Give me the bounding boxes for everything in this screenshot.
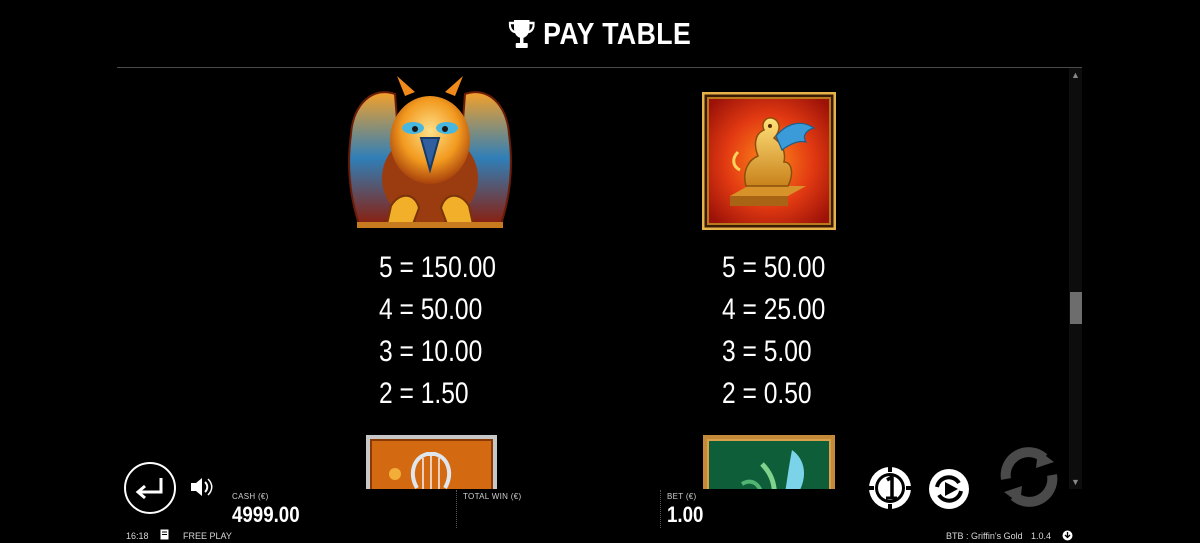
golden-griffin-statue-symbol: [702, 92, 836, 230]
bet-label: BET (€): [667, 492, 697, 501]
pay-row: 3 = 5.00: [722, 335, 812, 368]
pay-row: 4 = 50.00: [379, 293, 483, 326]
title-text: PAY TABLE: [543, 15, 692, 51]
history-icon[interactable]: [160, 529, 169, 540]
pay-row: 3 = 10.00: [379, 335, 483, 368]
scrollbar[interactable]: ▲ ▼: [1069, 68, 1082, 489]
settings-icon[interactable]: [1062, 530, 1073, 541]
bet-value: 1.00: [667, 502, 704, 527]
scroll-up-icon[interactable]: ▲: [1069, 70, 1082, 80]
statue-paytable: 5 = 50.00 4 = 25.00 3 = 5.00 2 = 0.50: [722, 247, 825, 415]
griffin-symbol: [348, 76, 512, 228]
clock: 16:18: [126, 531, 149, 541]
lyre-symbol: [366, 435, 497, 489]
balance-divider: [660, 490, 661, 528]
paytable-content[interactable]: 5 = 150.00 4 = 50.00 3 = 10.00 2 = 1.50: [117, 68, 1069, 489]
return-icon: [140, 478, 163, 494]
balance-divider: [456, 490, 457, 528]
version: 1.0.4: [1031, 531, 1052, 541]
autoplay-button[interactable]: [927, 467, 971, 511]
feather-symbol: [703, 435, 835, 489]
pay-row: 2 = 1.50: [379, 377, 469, 410]
scroll-down-icon[interactable]: ▼: [1069, 477, 1082, 487]
pay-row: 4 = 25.00: [722, 293, 826, 326]
speaker-icon: [191, 478, 202, 496]
play-mode: FREE PLAY: [183, 531, 232, 541]
header: PAY TABLE: [0, 0, 1200, 68]
cash-value: 4999.00: [232, 502, 300, 527]
total-win-label: TOTAL WIN (€): [463, 492, 522, 501]
scrollbar-thumb[interactable]: [1070, 292, 1082, 324]
pay-row: 2 = 0.50: [722, 377, 812, 410]
pay-row: 5 = 50.00: [722, 251, 826, 284]
back-button[interactable]: [123, 461, 177, 515]
game-name: BTB : Griffin's Gold: [946, 531, 1023, 541]
trophy-icon: [508, 19, 535, 48]
pay-row: 5 = 150.00: [379, 251, 496, 284]
sound-button[interactable]: [189, 476, 213, 498]
cash-label: CASH (€): [232, 492, 269, 501]
page-title: PAY TABLE: [84, 14, 1116, 52]
spin-button[interactable]: [998, 446, 1060, 508]
griffin-paytable: 5 = 150.00 4 = 50.00 3 = 10.00 2 = 1.50: [379, 247, 496, 415]
bet-chip-button[interactable]: [867, 465, 913, 511]
